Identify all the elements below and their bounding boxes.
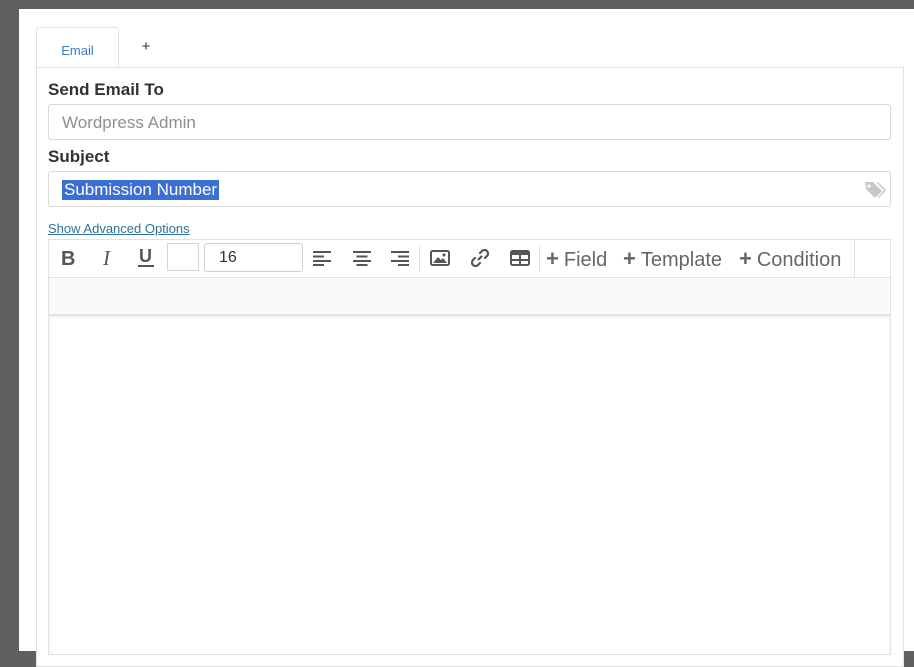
subject-input[interactable]: Submission Number [48,171,891,207]
email-settings-panel: Email + Send Email To Wordpress Admin Su… [19,9,914,667]
text-color-picker[interactable] [167,243,199,271]
svg-text:U: U [139,247,152,266]
send-email-to-label: Send Email To [48,80,164,99]
link-icon [470,248,490,268]
add-condition-label: Condition [756,249,842,271]
table-icon [510,250,530,266]
font-size-input[interactable]: 16 [204,243,303,272]
send-email-to-placeholder: Wordpress Admin [62,113,196,132]
toolbar-separator [419,246,420,272]
send-email-to-input[interactable]: Wordpress Admin [48,104,891,140]
align-left-icon [313,251,331,266]
toolbar-extension [855,239,891,277]
subject-value: Submission Number [62,180,220,200]
underline-icon: U [138,247,154,267]
insert-table-button[interactable] [505,240,535,276]
add-field-label: Field [563,249,608,271]
tab-email[interactable]: Email [36,27,119,68]
align-right-button[interactable] [385,240,415,276]
show-advanced-options-link[interactable]: Show Advanced Options [48,221,190,236]
image-icon [430,250,450,266]
underline-button[interactable]: U [131,240,161,276]
plus-icon: + [546,246,559,271]
align-center-icon [353,251,371,266]
italic-button[interactable]: I [93,240,123,276]
svg-text:B: B [61,249,75,267]
plus-icon: + [623,246,636,271]
editor-secondary-toolbar [48,277,891,315]
add-field-button[interactable]: + Field [546,246,608,272]
italic-icon: I [102,249,111,267]
align-right-icon [391,251,409,266]
tab-email-label: Email [61,42,94,58]
add-template-label: Template [640,249,723,271]
insert-image-button[interactable] [425,240,455,276]
svg-text:I: I [102,249,111,267]
add-tab-button[interactable]: + [137,37,155,57]
subject-label: Subject [48,147,110,166]
bold-icon: B [61,249,75,267]
email-body-editor[interactable] [48,315,891,655]
bold-button[interactable]: B [53,240,83,276]
add-template-button[interactable]: + Template [623,246,723,272]
align-left-button[interactable] [307,240,337,276]
plus-icon: + [739,246,752,271]
tags-icon[interactable] [863,179,887,201]
align-center-button[interactable] [347,240,377,276]
add-condition-button[interactable]: + Condition [739,246,842,272]
insert-link-button[interactable] [465,240,495,276]
toolbar-separator [539,246,540,272]
